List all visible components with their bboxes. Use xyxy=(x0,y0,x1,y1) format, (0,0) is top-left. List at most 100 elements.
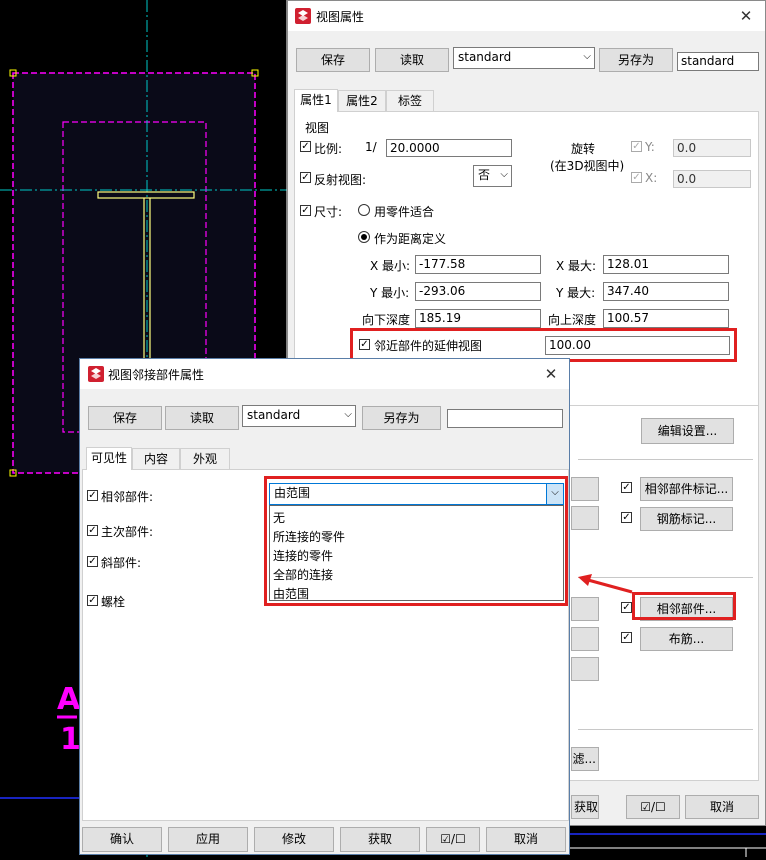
chevron-down-icon: ⌵ xyxy=(583,51,591,62)
load-button[interactable]: 读取 xyxy=(165,406,239,430)
neighbor-dialog-titlebar[interactable]: 视图邻接部件属性 ✕ xyxy=(80,359,569,389)
rebar-mark-button[interactable]: 钢筋标记... xyxy=(640,507,733,531)
unchecked-box-icon: ☐ xyxy=(655,800,666,814)
rot-x-input[interactable]: 0.0 xyxy=(673,170,751,188)
main-secondary-checkbox[interactable]: ✓ xyxy=(87,525,98,536)
radio-distance[interactable] xyxy=(358,231,370,243)
modify-button[interactable]: 修改 xyxy=(254,827,334,852)
scale-input[interactable]: 20.0000 xyxy=(386,139,512,157)
preset-select[interactable]: standard ⌵ xyxy=(453,47,595,69)
checked-box-icon: ☑ xyxy=(640,800,651,814)
section-label-letter: A xyxy=(57,682,81,717)
cancel-button[interactable]: 取消 xyxy=(486,827,566,852)
toggle-all-button[interactable]: ☑/☐ xyxy=(426,827,480,852)
rotation-label: 旋转 xyxy=(571,142,596,156)
ok-button[interactable]: 确认 xyxy=(82,827,162,852)
depth-up-input[interactable]: 100.57 xyxy=(603,309,729,328)
save-as-button[interactable]: 另存为 xyxy=(599,48,673,72)
save-button[interactable]: 保存 xyxy=(88,406,162,430)
scale-checkbox[interactable]: ✓ xyxy=(300,141,311,152)
save-as-name-input[interactable]: standard xyxy=(677,52,759,71)
rot-x-label: X: xyxy=(645,171,658,185)
unchecked-box-icon: ☐ xyxy=(455,832,466,846)
hidden-button-1[interactable] xyxy=(571,477,599,501)
bolts-checkbox[interactable]: ✓ xyxy=(87,595,98,606)
mirror-checkbox[interactable]: ✓ xyxy=(300,172,311,183)
preset-select-value: standard xyxy=(458,50,512,64)
depth-down-label: 向下深度 xyxy=(362,313,411,327)
filter-button[interactable]: 滤... xyxy=(571,747,599,771)
radio-distance-label: 作为距离定义 xyxy=(374,232,447,246)
hidden-button-2[interactable] xyxy=(571,506,599,530)
rot-x-checkbox[interactable]: ✓ xyxy=(631,172,642,183)
get-button[interactable]: 获取 xyxy=(340,827,420,852)
x-min-input[interactable]: -177.58 xyxy=(415,255,541,274)
highlight-neighbor-parts xyxy=(632,592,736,620)
scale-prefix: 1/ xyxy=(365,140,377,154)
rot-y-input[interactable]: 0.0 xyxy=(673,139,751,157)
chevron-down-icon: ⌵ xyxy=(344,409,352,420)
close-icon[interactable]: ✕ xyxy=(735,6,757,26)
rotation-sublabel: (在3D视图中) xyxy=(550,159,625,173)
tab-props1[interactable]: 属性1 xyxy=(294,89,338,112)
radio-fit-label: 用零件适合 xyxy=(374,205,435,219)
tab-appearance[interactable]: 外观 xyxy=(180,448,230,469)
rebar-checkbox[interactable]: ✓ xyxy=(621,632,632,643)
save-button[interactable]: 保存 xyxy=(296,48,370,72)
row-label-neighbor: 相邻部件: xyxy=(101,490,154,504)
tekla-app-icon xyxy=(88,366,104,382)
checked-box-icon: ☑ xyxy=(440,832,451,846)
hidden-button-3[interactable] xyxy=(571,597,599,621)
toggle-all-button[interactable]: ☑/☐ xyxy=(626,795,680,819)
depth-down-input[interactable]: 185.19 xyxy=(415,309,541,328)
mirror-select-value: 否 xyxy=(478,168,491,182)
section-label-number: 1 xyxy=(60,722,81,757)
rebar-button[interactable]: 布筋... xyxy=(640,627,733,651)
y-max-input[interactable]: 347.40 xyxy=(603,282,729,301)
close-icon[interactable]: ✕ xyxy=(540,364,562,384)
view-properties-titlebar[interactable]: 视图属性 ✕ xyxy=(288,1,765,31)
save-as-button[interactable]: 另存为 xyxy=(362,406,441,430)
neighbor-mark-button[interactable]: 相邻部件标记... xyxy=(640,477,733,501)
edit-settings-button[interactable]: 编辑设置... xyxy=(641,418,734,444)
neighbor-parts-checkbox[interactable]: ✓ xyxy=(621,602,632,613)
neighbor-parts-dialog: 视图邻接部件属性 ✕ 保存 读取 standard ⌵ 另存为 可见性 内容 外… xyxy=(79,358,570,855)
view-group-label: 视图 xyxy=(305,121,330,135)
depth-up-label: 向上深度 xyxy=(548,313,597,327)
rot-y-label: Y: xyxy=(645,140,655,154)
tab-content[interactable]: 内容 xyxy=(132,448,180,469)
x-max-input[interactable]: 128.01 xyxy=(603,255,729,274)
red-arrow-annotation xyxy=(578,574,633,594)
save-as-name-input[interactable] xyxy=(447,409,563,428)
cancel-button[interactable]: 取消 xyxy=(685,795,759,819)
mirror-label: 反射视图: xyxy=(314,173,367,187)
y-min-input[interactable]: -293.06 xyxy=(415,282,541,301)
cad-canvas-bottom-right xyxy=(570,826,766,857)
chevron-down-icon: ⌵ xyxy=(500,169,508,180)
x-max-label: X 最大: xyxy=(556,259,597,273)
hidden-button-5[interactable] xyxy=(571,657,599,681)
neighbor-mark-checkbox[interactable]: ✓ xyxy=(621,482,632,493)
tab-props2[interactable]: 属性2 xyxy=(338,90,386,111)
load-button[interactable]: 读取 xyxy=(375,48,449,72)
divider xyxy=(578,459,753,460)
preset-select-value: standard xyxy=(247,408,301,422)
apply-button[interactable]: 应用 xyxy=(168,827,248,852)
tekla-app-icon xyxy=(295,8,311,24)
row-label-main-secondary: 主次部件: xyxy=(101,525,154,539)
neighbor-parts-checkbox[interactable]: ✓ xyxy=(87,490,98,501)
tab-visibility[interactable]: 可见性 xyxy=(86,447,132,470)
tab-labels[interactable]: 标签 xyxy=(386,90,434,111)
radio-fit-parts[interactable] xyxy=(358,204,370,216)
get-button[interactable]: 获取 xyxy=(571,795,599,819)
size-checkbox[interactable]: ✓ xyxy=(300,205,311,216)
view-properties-title: 视图属性 xyxy=(316,10,365,24)
sloped-parts-checkbox[interactable]: ✓ xyxy=(87,556,98,567)
preset-select[interactable]: standard ⌵ xyxy=(242,405,356,427)
mirror-select[interactable]: 否 ⌵ xyxy=(473,165,512,187)
y-min-label: Y 最小: xyxy=(370,286,410,300)
hidden-button-4[interactable] xyxy=(571,627,599,651)
neighbor-dialog-title: 视图邻接部件属性 xyxy=(108,368,205,382)
rebar-mark-checkbox[interactable]: ✓ xyxy=(621,512,632,523)
rot-y-checkbox[interactable]: ✓ xyxy=(631,141,642,152)
